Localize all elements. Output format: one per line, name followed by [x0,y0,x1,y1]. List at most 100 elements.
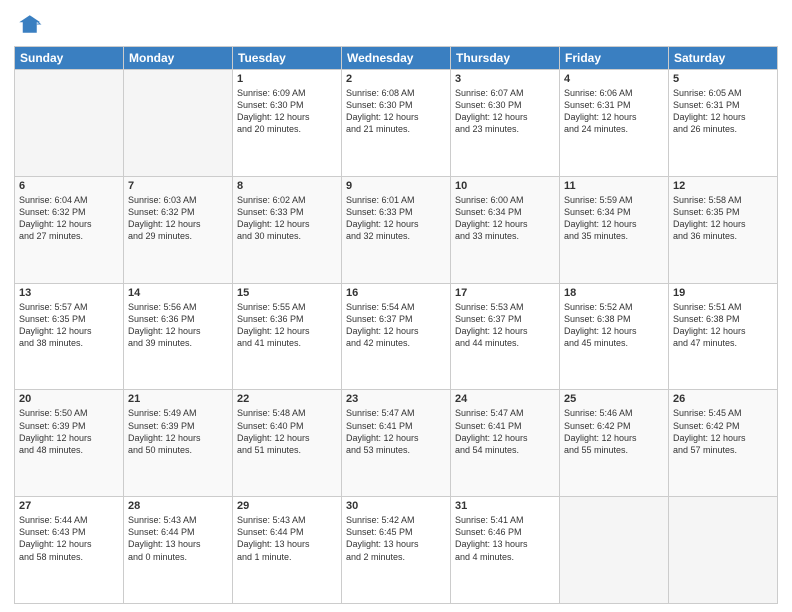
day-number: 26 [673,393,773,405]
sunrise-text: Sunrise: 5:49 AM [128,408,197,418]
page: SundayMondayTuesdayWednesdayThursdayFrid… [0,0,792,612]
sunrise-text: Sunrise: 5:58 AM [673,195,742,205]
sunrise-text: Sunrise: 5:41 AM [455,515,524,525]
daylight-text: Daylight: 12 hours [673,433,746,443]
daylight-text: Daylight: 12 hours [128,433,201,443]
daylight-text-2: and 36 minutes. [673,231,737,241]
day-number: 27 [19,500,119,512]
sunset-text: Sunset: 6:42 PM [673,421,740,431]
daylight-text: Daylight: 12 hours [673,219,746,229]
sunrise-text: Sunrise: 5:43 AM [237,515,306,525]
day-number: 31 [455,500,555,512]
daylight-text: Daylight: 12 hours [237,219,310,229]
daylight-text: Daylight: 12 hours [346,326,419,336]
day-number: 2 [346,73,446,85]
daylight-text-2: and 41 minutes. [237,338,301,348]
sunset-text: Sunset: 6:38 PM [564,314,631,324]
daylight-text-2: and 2 minutes. [346,552,405,562]
day-cell: 7Sunrise: 6:03 AMSunset: 6:32 PMDaylight… [124,176,233,283]
daylight-text-2: and 51 minutes. [237,445,301,455]
daylight-text: Daylight: 12 hours [564,326,637,336]
sunrise-text: Sunrise: 6:04 AM [19,195,88,205]
daylight-text-2: and 58 minutes. [19,552,83,562]
week-row-4: 20Sunrise: 5:50 AMSunset: 6:39 PMDayligh… [15,390,778,497]
daylight-text: Daylight: 12 hours [455,112,528,122]
daylight-text-2: and 30 minutes. [237,231,301,241]
day-cell: 25Sunrise: 5:46 AMSunset: 6:42 PMDayligh… [560,390,669,497]
sunset-text: Sunset: 6:36 PM [237,314,304,324]
daylight-text: Daylight: 12 hours [455,219,528,229]
sunset-text: Sunset: 6:38 PM [673,314,740,324]
sunset-text: Sunset: 6:41 PM [455,421,522,431]
day-info: Sunrise: 5:56 AMSunset: 6:36 PMDaylight:… [128,301,228,350]
sunset-text: Sunset: 6:45 PM [346,527,413,537]
day-number: 8 [237,180,337,192]
sunset-text: Sunset: 6:46 PM [455,527,522,537]
day-cell: 24Sunrise: 5:47 AMSunset: 6:41 PMDayligh… [451,390,560,497]
sunset-text: Sunset: 6:35 PM [673,207,740,217]
sunrise-text: Sunrise: 6:03 AM [128,195,197,205]
calendar: SundayMondayTuesdayWednesdayThursdayFrid… [14,46,778,604]
day-number: 22 [237,393,337,405]
day-number: 19 [673,287,773,299]
day-number: 14 [128,287,228,299]
day-info: Sunrise: 5:41 AM Sunset: 6:46 PM Daylight:… [455,514,555,563]
daylight-text-2: and 47 minutes. [673,338,737,348]
daylight-text: Daylight: 13 hours [455,539,528,549]
sunrise-text: Sunrise: 5:55 AM [237,302,306,312]
day-cell: 13Sunrise: 5:57 AMSunset: 6:35 PMDayligh… [15,283,124,390]
daylight-text-2: and 38 minutes. [19,338,83,348]
daylight-text: Daylight: 12 hours [237,112,310,122]
day-info: Sunrise: 5:59 AMSunset: 6:34 PMDaylight:… [564,194,664,243]
sunrise-text: Sunrise: 5:45 AM [673,408,742,418]
sunrise-text: Sunrise: 6:06 AM [564,88,633,98]
daylight-text: Daylight: 12 hours [237,433,310,443]
weekday-header-thursday: Thursday [451,47,560,70]
daylight-text-2: and 24 minutes. [564,124,628,134]
day-cell [15,70,124,177]
day-cell: 15Sunrise: 5:55 AMSunset: 6:36 PMDayligh… [233,283,342,390]
sunset-text: Sunset: 6:37 PM [346,314,413,324]
day-cell: 12Sunrise: 5:58 AMSunset: 6:35 PMDayligh… [669,176,778,283]
day-info: Sunrise: 6:09 AMSunset: 6:30 PMDaylight:… [237,87,337,136]
week-row-5: 27Sunrise: 5:44 AMSunset: 6:43 PMDayligh… [15,497,778,604]
daylight-text: Daylight: 12 hours [346,219,419,229]
daylight-text: Daylight: 12 hours [673,112,746,122]
day-info: Sunrise: 5:57 AMSunset: 6:35 PMDaylight:… [19,301,119,350]
daylight-text-2: and 39 minutes. [128,338,192,348]
day-cell: 4Sunrise: 6:06 AMSunset: 6:31 PMDaylight… [560,70,669,177]
day-number: 23 [346,393,446,405]
sunrise-text: Sunrise: 5:43 AM [128,515,197,525]
day-cell: 19Sunrise: 5:51 AMSunset: 6:38 PMDayligh… [669,283,778,390]
sunset-text: Sunset: 6:31 PM [564,100,631,110]
sunset-text: Sunset: 6:44 PM [128,527,195,537]
day-number: 18 [564,287,664,299]
day-info: Sunrise: 5:47 AMSunset: 6:41 PMDaylight:… [455,407,555,456]
sunrise-text: Sunrise: 5:44 AM [19,515,88,525]
sunrise-text: Sunrise: 6:01 AM [346,195,415,205]
day-info: Sunrise: 6:07 AMSunset: 6:30 PMDaylight:… [455,87,555,136]
day-info: Sunrise: 6:01 AMSunset: 6:33 PMDaylight:… [346,194,446,243]
daylight-text: Daylight: 12 hours [455,326,528,336]
daylight-text: Daylight: 13 hours [346,539,419,549]
day-info: Sunrise: 5:47 AMSunset: 6:41 PMDaylight:… [346,407,446,456]
day-number: 15 [237,287,337,299]
daylight-text-2: and 1 minute. [237,552,292,562]
sunrise-text: Sunrise: 5:54 AM [346,302,415,312]
daylight-text: Daylight: 12 hours [19,433,92,443]
day-cell: 26 Sunrise: 5:45 AM Sunset: 6:42 PM Dayligh… [669,390,778,497]
daylight-text: Daylight: 12 hours [128,326,201,336]
day-cell [124,70,233,177]
sunset-text: Sunset: 6:39 PM [19,421,86,431]
sunset-text: Sunset: 6:44 PM [237,527,304,537]
sunset-text: Sunset: 6:40 PM [237,421,304,431]
daylight-text-2: and 0 minutes. [128,552,187,562]
daylight-text: Daylight: 13 hours [237,539,310,549]
day-cell: 5Sunrise: 6:05 AMSunset: 6:31 PMDaylight… [669,70,778,177]
day-info: Sunrise: 6:00 AMSunset: 6:34 PMDaylight:… [455,194,555,243]
day-info: Sunrise: 5:58 AM Sunset: 6:35 PM Daylight:… [673,194,773,243]
sunset-text: Sunset: 6:32 PM [128,207,195,217]
sunrise-text: Sunrise: 6:05 AM [673,88,742,98]
day-cell: 23 Sunrise: 5:47 AMSunset: 6:41 PMDayligh… [342,390,451,497]
day-info: Sunrise: 5:54 AM Sunset: 6:37 PM Daylight:… [346,301,446,350]
